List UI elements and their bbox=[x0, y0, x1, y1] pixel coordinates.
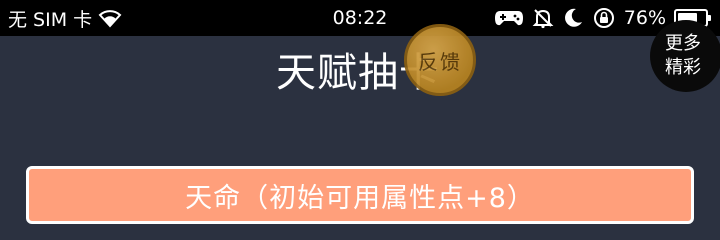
mute-bell-icon bbox=[532, 7, 554, 29]
more-button[interactable]: 更多 精彩 bbox=[650, 20, 720, 92]
battery-percent: 76% bbox=[623, 7, 666, 29]
rotation-lock-icon bbox=[592, 6, 616, 30]
moon-icon bbox=[562, 7, 584, 29]
gamepad-icon bbox=[494, 8, 524, 28]
feedback-button[interactable]: 反馈 bbox=[404, 24, 476, 96]
talent-option-button[interactable]: 天命（初始可用属性点+8） bbox=[26, 166, 694, 224]
more-button-line2: 精彩 bbox=[665, 57, 701, 78]
status-bar: 无 SIM 卡 08:22 76% bbox=[0, 0, 720, 36]
more-button-line1: 更多 bbox=[665, 33, 701, 54]
battery-cap bbox=[708, 15, 711, 21]
